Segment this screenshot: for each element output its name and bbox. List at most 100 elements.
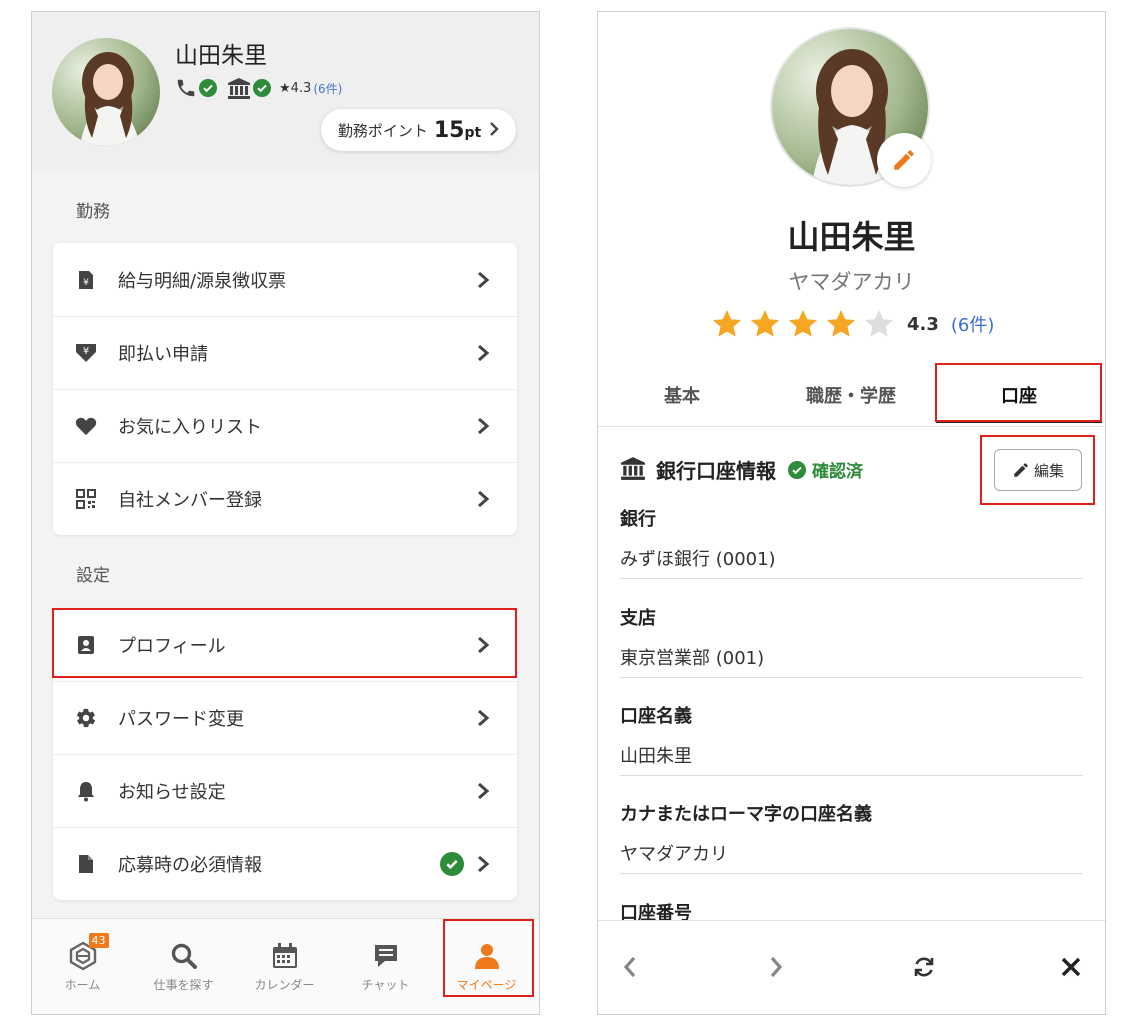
- forward-button[interactable]: [756, 947, 796, 987]
- tab-label: 仕事を探す: [153, 978, 214, 992]
- svg-text:¥: ¥: [83, 278, 89, 288]
- section-title-work: 勤務: [76, 202, 110, 222]
- rating-value: 4.3: [290, 80, 312, 96]
- points-label: 勤務ポイント: [337, 121, 428, 140]
- highlight-box: [935, 363, 1102, 422]
- gear-icon: [75, 707, 97, 729]
- document-icon: [75, 853, 97, 875]
- field-value: みずほ銀行 (0001): [620, 549, 776, 570]
- tab-search-jobs[interactable]: 仕事を探す: [133, 919, 234, 1014]
- menu-item-instant-pay[interactable]: ¥ 即払い申請: [53, 316, 517, 390]
- star-empty-icon: [865, 310, 893, 337]
- highlight-box: [443, 919, 534, 997]
- field-label: 口座名義: [620, 706, 692, 727]
- search-icon: [170, 939, 198, 973]
- bank-verified-icon: [253, 79, 271, 97]
- field-label: カナまたはローマ字の口座名義: [620, 804, 872, 825]
- points-value: 15: [433, 117, 465, 143]
- divider: [620, 873, 1083, 874]
- menu-item-label: お気に入りリスト: [118, 416, 262, 438]
- divider: [620, 578, 1083, 579]
- profile-header: 山田朱里 ★4.3 (6件) 勤務ポイント 15 pt: [32, 12, 539, 172]
- check-circle-icon: [440, 851, 464, 876]
- edit-avatar-button[interactable]: [877, 133, 931, 187]
- chevron-right-icon: [478, 855, 490, 872]
- qr-code-icon: [75, 488, 97, 510]
- review-count-link[interactable]: (6件): [313, 80, 342, 97]
- mypage-screen: 山田朱里 ★4.3 (6件) 勤務ポイント 15 pt 勤務 ¥ 給与明細/源泉…: [31, 11, 540, 1015]
- tab-basic[interactable]: 基本: [598, 364, 766, 426]
- home-icon: 43: [69, 933, 109, 973]
- star-icon: ★: [279, 80, 291, 96]
- review-count-link[interactable]: (6件): [951, 311, 995, 337]
- browser-toolbar: [598, 920, 1105, 1014]
- avatar[interactable]: [52, 38, 160, 146]
- field-account-holder: 口座名義 山田朱里: [620, 702, 1083, 776]
- pencil-icon: [894, 150, 914, 170]
- yen-download-icon: ¥: [75, 342, 97, 364]
- close-icon: [1061, 957, 1081, 977]
- tab-chat[interactable]: チャット: [335, 919, 436, 1014]
- verified-status: 確認済: [788, 457, 863, 482]
- pay-slip-icon: ¥: [75, 269, 97, 291]
- field-branch: 支店 東京営業部 (001): [620, 604, 1083, 678]
- bell-icon: [75, 780, 97, 802]
- user-name: 山田朱里: [175, 43, 267, 69]
- heart-icon: [75, 415, 97, 437]
- rating-value: 4.3: [907, 313, 939, 335]
- tab-home[interactable]: 43 ホーム: [32, 919, 133, 1014]
- back-button[interactable]: [610, 947, 650, 987]
- tab-label: チャット: [361, 978, 410, 992]
- profile-kana: ヤマダアカリ: [788, 270, 915, 294]
- field-value: 山田朱里: [620, 746, 692, 767]
- chat-icon: [372, 939, 400, 973]
- field-bank: 銀行 みずほ銀行 (0001): [620, 505, 1083, 579]
- bank-icon: [227, 77, 251, 99]
- star-icon: [713, 310, 741, 337]
- highlight-box: [52, 608, 517, 678]
- tab-calendar[interactable]: カレンダー: [234, 919, 335, 1014]
- menu-item-pay-slip[interactable]: ¥ 給与明細/源泉徴収票: [53, 243, 517, 317]
- verified-label: 確認済: [812, 462, 863, 482]
- highlight-box: [980, 435, 1095, 505]
- check-circle-icon: [788, 460, 806, 479]
- work-menu: ¥ 給与明細/源泉徴収票 ¥ 即払い申請 お気に入りリスト 自社メンバー登録: [53, 243, 517, 535]
- field-value: 東京営業部 (001): [620, 648, 765, 669]
- svg-text:¥: ¥: [83, 346, 89, 357]
- menu-item-password[interactable]: パスワード変更: [53, 681, 517, 755]
- chevron-right-icon: [478, 709, 490, 726]
- field-value: ヤマダアカリ: [620, 844, 728, 865]
- work-points-button[interactable]: 勤務ポイント 15 pt: [321, 109, 516, 151]
- star-rating: 4.3 (6件): [711, 308, 994, 340]
- refresh-icon: [914, 957, 934, 977]
- menu-item-label: 給与明細/源泉徴収票: [118, 270, 287, 292]
- field-label: 支店: [620, 608, 656, 629]
- field-account-holder-kana: カナまたはローマ字の口座名義 ヤマダアカリ: [620, 800, 1083, 874]
- bank-section-header: 銀行口座情報 確認済: [620, 455, 863, 484]
- reload-button[interactable]: [904, 947, 944, 987]
- menu-item-member-registration[interactable]: 自社メンバー登録: [53, 462, 517, 535]
- star-icon: [827, 310, 855, 337]
- section-title-settings: 設定: [76, 566, 110, 586]
- chevron-left-icon: [623, 956, 636, 978]
- menu-item-favorites[interactable]: お気に入りリスト: [53, 389, 517, 463]
- menu-item-label: パスワード変更: [118, 708, 244, 730]
- star-icon: [751, 310, 779, 337]
- menu-item-label: 自社メンバー登録: [118, 489, 262, 511]
- rating: ★4.3: [279, 81, 311, 96]
- close-button[interactable]: [1051, 947, 1091, 987]
- field-label: 銀行: [620, 509, 656, 530]
- chevron-right-icon: [478, 271, 490, 288]
- chevron-right-icon: [478, 782, 490, 799]
- menu-item-notifications[interactable]: お知らせ設定: [53, 754, 517, 828]
- menu-item-required-info[interactable]: 応募時の必須情報: [53, 827, 517, 900]
- star-icon: [789, 310, 817, 337]
- tab-career[interactable]: 職歴・学歴: [766, 364, 936, 426]
- chevron-right-icon: [478, 417, 490, 434]
- calendar-icon: [271, 939, 299, 973]
- bank-icon: [620, 456, 646, 484]
- tab-label: ホーム: [64, 978, 101, 992]
- verification-badges: ★4.3 (6件): [175, 76, 342, 100]
- menu-item-label: 応募時の必須情報: [118, 854, 262, 876]
- tab-label: カレンダー: [254, 978, 315, 992]
